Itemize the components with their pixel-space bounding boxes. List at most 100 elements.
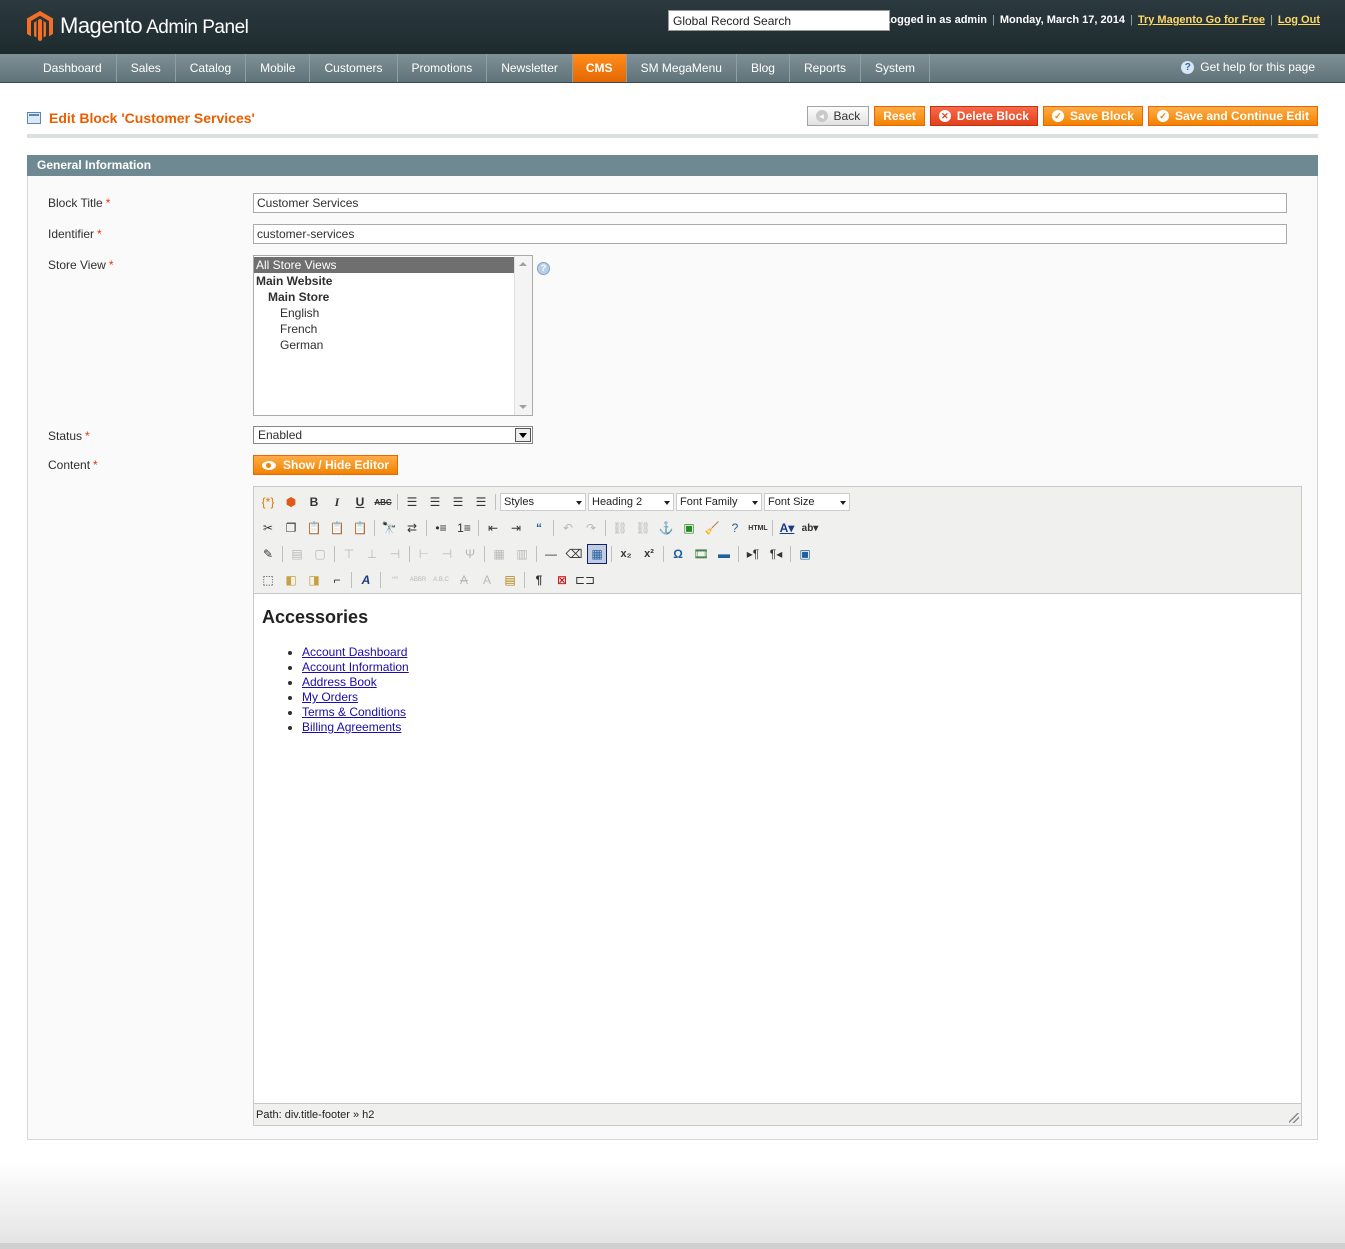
- insert-edit-icon[interactable]: ✎: [258, 544, 278, 564]
- special-char-icon[interactable]: Ω: [668, 544, 688, 564]
- blockquote-icon[interactable]: “: [529, 518, 549, 538]
- fullscreen-window-icon[interactable]: ▣: [795, 544, 815, 564]
- absolute-position-icon[interactable]: ⌐: [327, 570, 347, 590]
- col-after-icon[interactable]: ⊣: [437, 544, 457, 564]
- nav-sm-megamenu[interactable]: SM MegaMenu: [627, 54, 737, 82]
- strikethrough-icon[interactable]: ABC: [373, 492, 393, 512]
- store-option-french[interactable]: French: [254, 321, 532, 337]
- cut-icon[interactable]: ✂: [258, 518, 278, 538]
- nav-catalog[interactable]: Catalog: [176, 54, 247, 82]
- outdent-icon[interactable]: ⇤: [483, 518, 503, 538]
- redo-icon[interactable]: ↷: [581, 518, 601, 538]
- logout-link[interactable]: Log Out: [1278, 14, 1320, 26]
- text-color-icon[interactable]: A▾: [777, 518, 797, 538]
- pagebreak-icon[interactable]: ⊏⊐: [575, 570, 595, 590]
- font-size-select[interactable]: Font Size: [764, 493, 850, 511]
- question-help-icon[interactable]: ?: [537, 262, 550, 275]
- link-terms-conditions[interactable]: Terms & Conditions: [302, 705, 406, 719]
- visual-chars-icon[interactable]: ¶: [529, 570, 549, 590]
- cleanup-icon[interactable]: 🧹: [702, 518, 722, 538]
- paste-icon[interactable]: 📋: [304, 518, 324, 538]
- del-icon[interactable]: A: [454, 570, 474, 590]
- store-option-english[interactable]: English: [254, 305, 532, 321]
- align-justify-icon[interactable]: ☰: [471, 492, 491, 512]
- undo-icon[interactable]: ↶: [558, 518, 578, 538]
- insert-variable-icon[interactable]: {*}: [258, 492, 278, 512]
- row-before-icon[interactable]: ⊤: [339, 544, 359, 564]
- insert-widget-icon[interactable]: ⬢: [281, 492, 301, 512]
- reset-button[interactable]: Reset: [874, 106, 925, 126]
- cell-props-icon[interactable]: ▢: [310, 544, 330, 564]
- table-icon[interactable]: ▦: [587, 544, 607, 564]
- identifier-input[interactable]: [253, 224, 1287, 244]
- underline-icon[interactable]: U: [350, 492, 370, 512]
- nav-newsletter[interactable]: Newsletter: [487, 54, 573, 82]
- merge-cells-icon[interactable]: ▥: [512, 544, 532, 564]
- anchor-icon[interactable]: ⚓: [656, 518, 676, 538]
- nav-dashboard[interactable]: Dashboard: [29, 54, 117, 82]
- global-search-input[interactable]: [668, 10, 890, 31]
- try-magento-go-link[interactable]: Try Magento Go for Free: [1138, 14, 1265, 26]
- help-circle-icon[interactable]: ?: [725, 518, 745, 538]
- link-account-dashboard[interactable]: Account Dashboard: [302, 645, 407, 659]
- status-select[interactable]: Enabled: [253, 426, 533, 444]
- nav-mobile[interactable]: Mobile: [246, 54, 311, 82]
- align-right-icon[interactable]: ☰: [448, 492, 468, 512]
- nav-blog[interactable]: Blog: [737, 54, 790, 82]
- cite-icon[interactable]: “”: [385, 570, 405, 590]
- copy-icon[interactable]: ❐: [281, 518, 301, 538]
- show-hide-editor-button[interactable]: Show / Hide Editor: [253, 455, 399, 475]
- insert-layer-icon[interactable]: ⬚: [258, 570, 278, 590]
- nav-promotions[interactable]: Promotions: [398, 54, 488, 82]
- delete-block-button[interactable]: ✕ Delete Block: [929, 106, 1038, 126]
- replace-icon[interactable]: ⇄: [402, 518, 422, 538]
- rtl-icon[interactable]: ¶◂: [766, 544, 786, 564]
- row-props-icon[interactable]: ▤: [287, 544, 307, 564]
- find-icon[interactable]: 🔭: [379, 518, 399, 538]
- format-select[interactable]: Heading 2: [588, 493, 674, 511]
- superscript-icon[interactable]: x²: [639, 544, 659, 564]
- background-color-icon[interactable]: ab▾: [800, 518, 820, 538]
- fullscreen-icon[interactable]: ▬: [714, 544, 734, 564]
- help-link[interactable]: ? Get help for this page: [1181, 60, 1315, 74]
- col-before-icon[interactable]: ⊢: [414, 544, 434, 564]
- delete-row-icon[interactable]: ⊣: [385, 544, 405, 564]
- align-center-icon[interactable]: ☰: [425, 492, 445, 512]
- store-option-german[interactable]: German: [254, 337, 532, 353]
- html-source-icon[interactable]: HTML: [748, 518, 768, 538]
- link-icon[interactable]: ⛓: [610, 518, 630, 538]
- indent-icon[interactable]: ⇥: [506, 518, 526, 538]
- block-title-input[interactable]: [253, 193, 1287, 213]
- nav-sales[interactable]: Sales: [117, 54, 176, 82]
- acronym-icon[interactable]: A.B.C: [431, 570, 451, 590]
- back-button[interactable]: ◂ Back: [806, 106, 870, 126]
- link-address-book[interactable]: Address Book: [302, 675, 377, 689]
- media-icon[interactable]: 🎞: [691, 544, 711, 564]
- editor-content-area[interactable]: Accessories Account Dashboard Account In…: [254, 594, 1301, 1103]
- nav-reports[interactable]: Reports: [790, 54, 861, 82]
- ins-icon[interactable]: A: [477, 570, 497, 590]
- remove-format-icon[interactable]: ⌫: [564, 544, 584, 564]
- font-family-select[interactable]: Font Family: [676, 493, 762, 511]
- ltr-icon[interactable]: ▸¶: [743, 544, 763, 564]
- paste-text-icon[interactable]: 📋: [327, 518, 347, 538]
- link-billing-agreements[interactable]: Billing Agreements: [302, 720, 401, 734]
- save-and-continue-button[interactable]: ✓ Save and Continue Edit: [1147, 106, 1318, 126]
- resize-handle-icon[interactable]: [1289, 1113, 1299, 1123]
- store-view-multiselect[interactable]: All Store Views Main Website Main Store …: [253, 255, 533, 416]
- nav-customers[interactable]: Customers: [310, 54, 398, 82]
- delete-col-icon[interactable]: Ψ: [460, 544, 480, 564]
- paste-word-icon[interactable]: 📋: [350, 518, 370, 538]
- unlink-icon[interactable]: ⛓: [633, 518, 653, 538]
- italic-icon[interactable]: I: [327, 492, 347, 512]
- link-account-information[interactable]: Account Information: [302, 660, 409, 674]
- move-forward-icon[interactable]: ◧: [281, 570, 301, 590]
- bold-icon[interactable]: B: [304, 492, 324, 512]
- insert-image-icon[interactable]: ▣: [679, 518, 699, 538]
- link-my-orders[interactable]: My Orders: [302, 690, 358, 704]
- bullet-list-icon[interactable]: •≡: [431, 518, 451, 538]
- align-left-icon[interactable]: ☰: [402, 492, 422, 512]
- move-backward-icon[interactable]: ◨: [304, 570, 324, 590]
- magento-logo[interactable]: Magento Admin Panel: [26, 9, 249, 43]
- subscript-icon[interactable]: x₂: [616, 544, 636, 564]
